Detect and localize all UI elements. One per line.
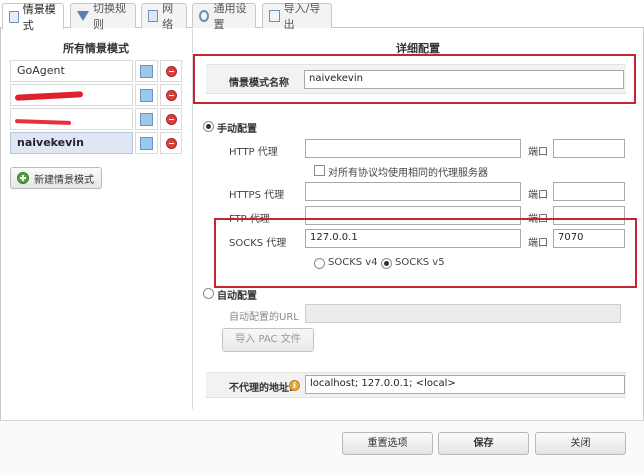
profile-name[interactable]: GoAgent (10, 60, 133, 82)
http-proxy-input[interactable] (305, 139, 521, 158)
tab-label: 情景模式 (22, 2, 56, 32)
new-profile-label: 新建情景模式 (34, 174, 94, 186)
profile-row[interactable] (10, 84, 182, 106)
profile-delete-cell (160, 84, 182, 106)
https-port-input[interactable] (553, 182, 625, 201)
bypass-input[interactable]: localhost; 127.0.0.1; <local> (305, 375, 625, 394)
auto-url-label: 自动配置的URL (229, 312, 299, 323)
profile-row-selected[interactable]: naivekevin (10, 132, 182, 154)
tab-label: 切换规则 (93, 2, 126, 31)
tab-label: 通用设置 (213, 2, 247, 31)
profile-delete-cell (160, 60, 182, 82)
tab-switch-rules[interactable]: 切换规则 (70, 2, 136, 31)
profile-list: GoAgent naivekevin (10, 60, 182, 156)
reset-button[interactable]: 重置选项 (342, 432, 433, 455)
save-button[interactable]: 保存 (438, 432, 529, 455)
delete-icon[interactable] (166, 90, 177, 101)
new-profile-button[interactable]: 新建情景模式 (10, 167, 102, 189)
profile-color-swatch[interactable] (140, 113, 153, 126)
tab-label: 导入/导出 (283, 2, 321, 31)
profile-color-swatch[interactable] (140, 65, 153, 78)
profile-row[interactable] (10, 108, 182, 130)
https-port-label: 端口 (528, 190, 548, 201)
gear-icon (199, 10, 210, 22)
tab-general-settings[interactable]: 通用设置 (192, 2, 256, 31)
tab-profiles[interactable]: 情景模式 (2, 3, 64, 32)
tab-bar: 情景模式 切换规则 网络 通用设置 导入/导出 (0, 0, 644, 32)
delete-icon[interactable] (166, 138, 177, 149)
profile-name[interactable] (10, 84, 133, 106)
same-proxy-checkbox[interactable] (314, 165, 325, 176)
auto-config-radio[interactable] (203, 288, 214, 299)
profile-color-cell (135, 108, 158, 130)
profile-list-panel: 所有情景模式 GoAgent naivekevin 新建情景模式 (0, 29, 192, 409)
document-icon (9, 10, 19, 23)
profile-row[interactable]: GoAgent (10, 60, 182, 82)
manual-config-radio[interactable] (203, 121, 214, 132)
delete-icon[interactable] (166, 66, 177, 77)
http-proxy-label: HTTP 代理 (229, 147, 278, 158)
profile-name[interactable]: naivekevin (10, 132, 133, 154)
import-export-icon (269, 10, 280, 22)
profile-color-cell (135, 84, 158, 106)
highlight-box-profile-name (193, 54, 636, 104)
tab-import-export[interactable]: 导入/导出 (262, 2, 332, 31)
profile-name[interactable] (10, 108, 133, 130)
same-proxy-label: 对所有协议均使用相同的代理服务器 (328, 168, 488, 179)
https-proxy-input[interactable] (305, 182, 521, 201)
bypass-label: 不代理的地址: (229, 383, 293, 394)
tab-network[interactable]: 网络 (141, 2, 187, 31)
profile-list-title: 所有情景模式 (63, 42, 129, 55)
profile-color-swatch[interactable] (140, 89, 153, 102)
delete-icon[interactable] (166, 114, 177, 125)
https-proxy-label: HTTPS 代理 (229, 190, 285, 201)
tab-label: 网络 (162, 2, 174, 31)
highlight-box-socks (214, 218, 637, 288)
auto-url-input[interactable] (305, 304, 621, 323)
profile-delete-cell (160, 108, 182, 130)
network-icon (148, 10, 159, 22)
import-pac-button[interactable]: 导入 PAC 文件 (222, 328, 314, 352)
http-port-label: 端口 (528, 147, 548, 158)
manual-config-label: 手动配置 (217, 124, 257, 135)
redaction-scribble (14, 119, 72, 125)
profile-delete-cell (160, 132, 182, 154)
profile-color-cell (135, 60, 158, 82)
plus-icon (17, 172, 29, 184)
profile-color-swatch[interactable] (140, 137, 153, 150)
info-icon[interactable]: i (289, 380, 300, 391)
close-button[interactable]: 关闭 (535, 432, 626, 455)
auto-config-label: 自动配置 (217, 291, 257, 302)
redaction-scribble (14, 91, 84, 101)
http-port-input[interactable] (553, 139, 625, 158)
filter-icon (77, 11, 89, 21)
profile-color-cell (135, 132, 158, 154)
